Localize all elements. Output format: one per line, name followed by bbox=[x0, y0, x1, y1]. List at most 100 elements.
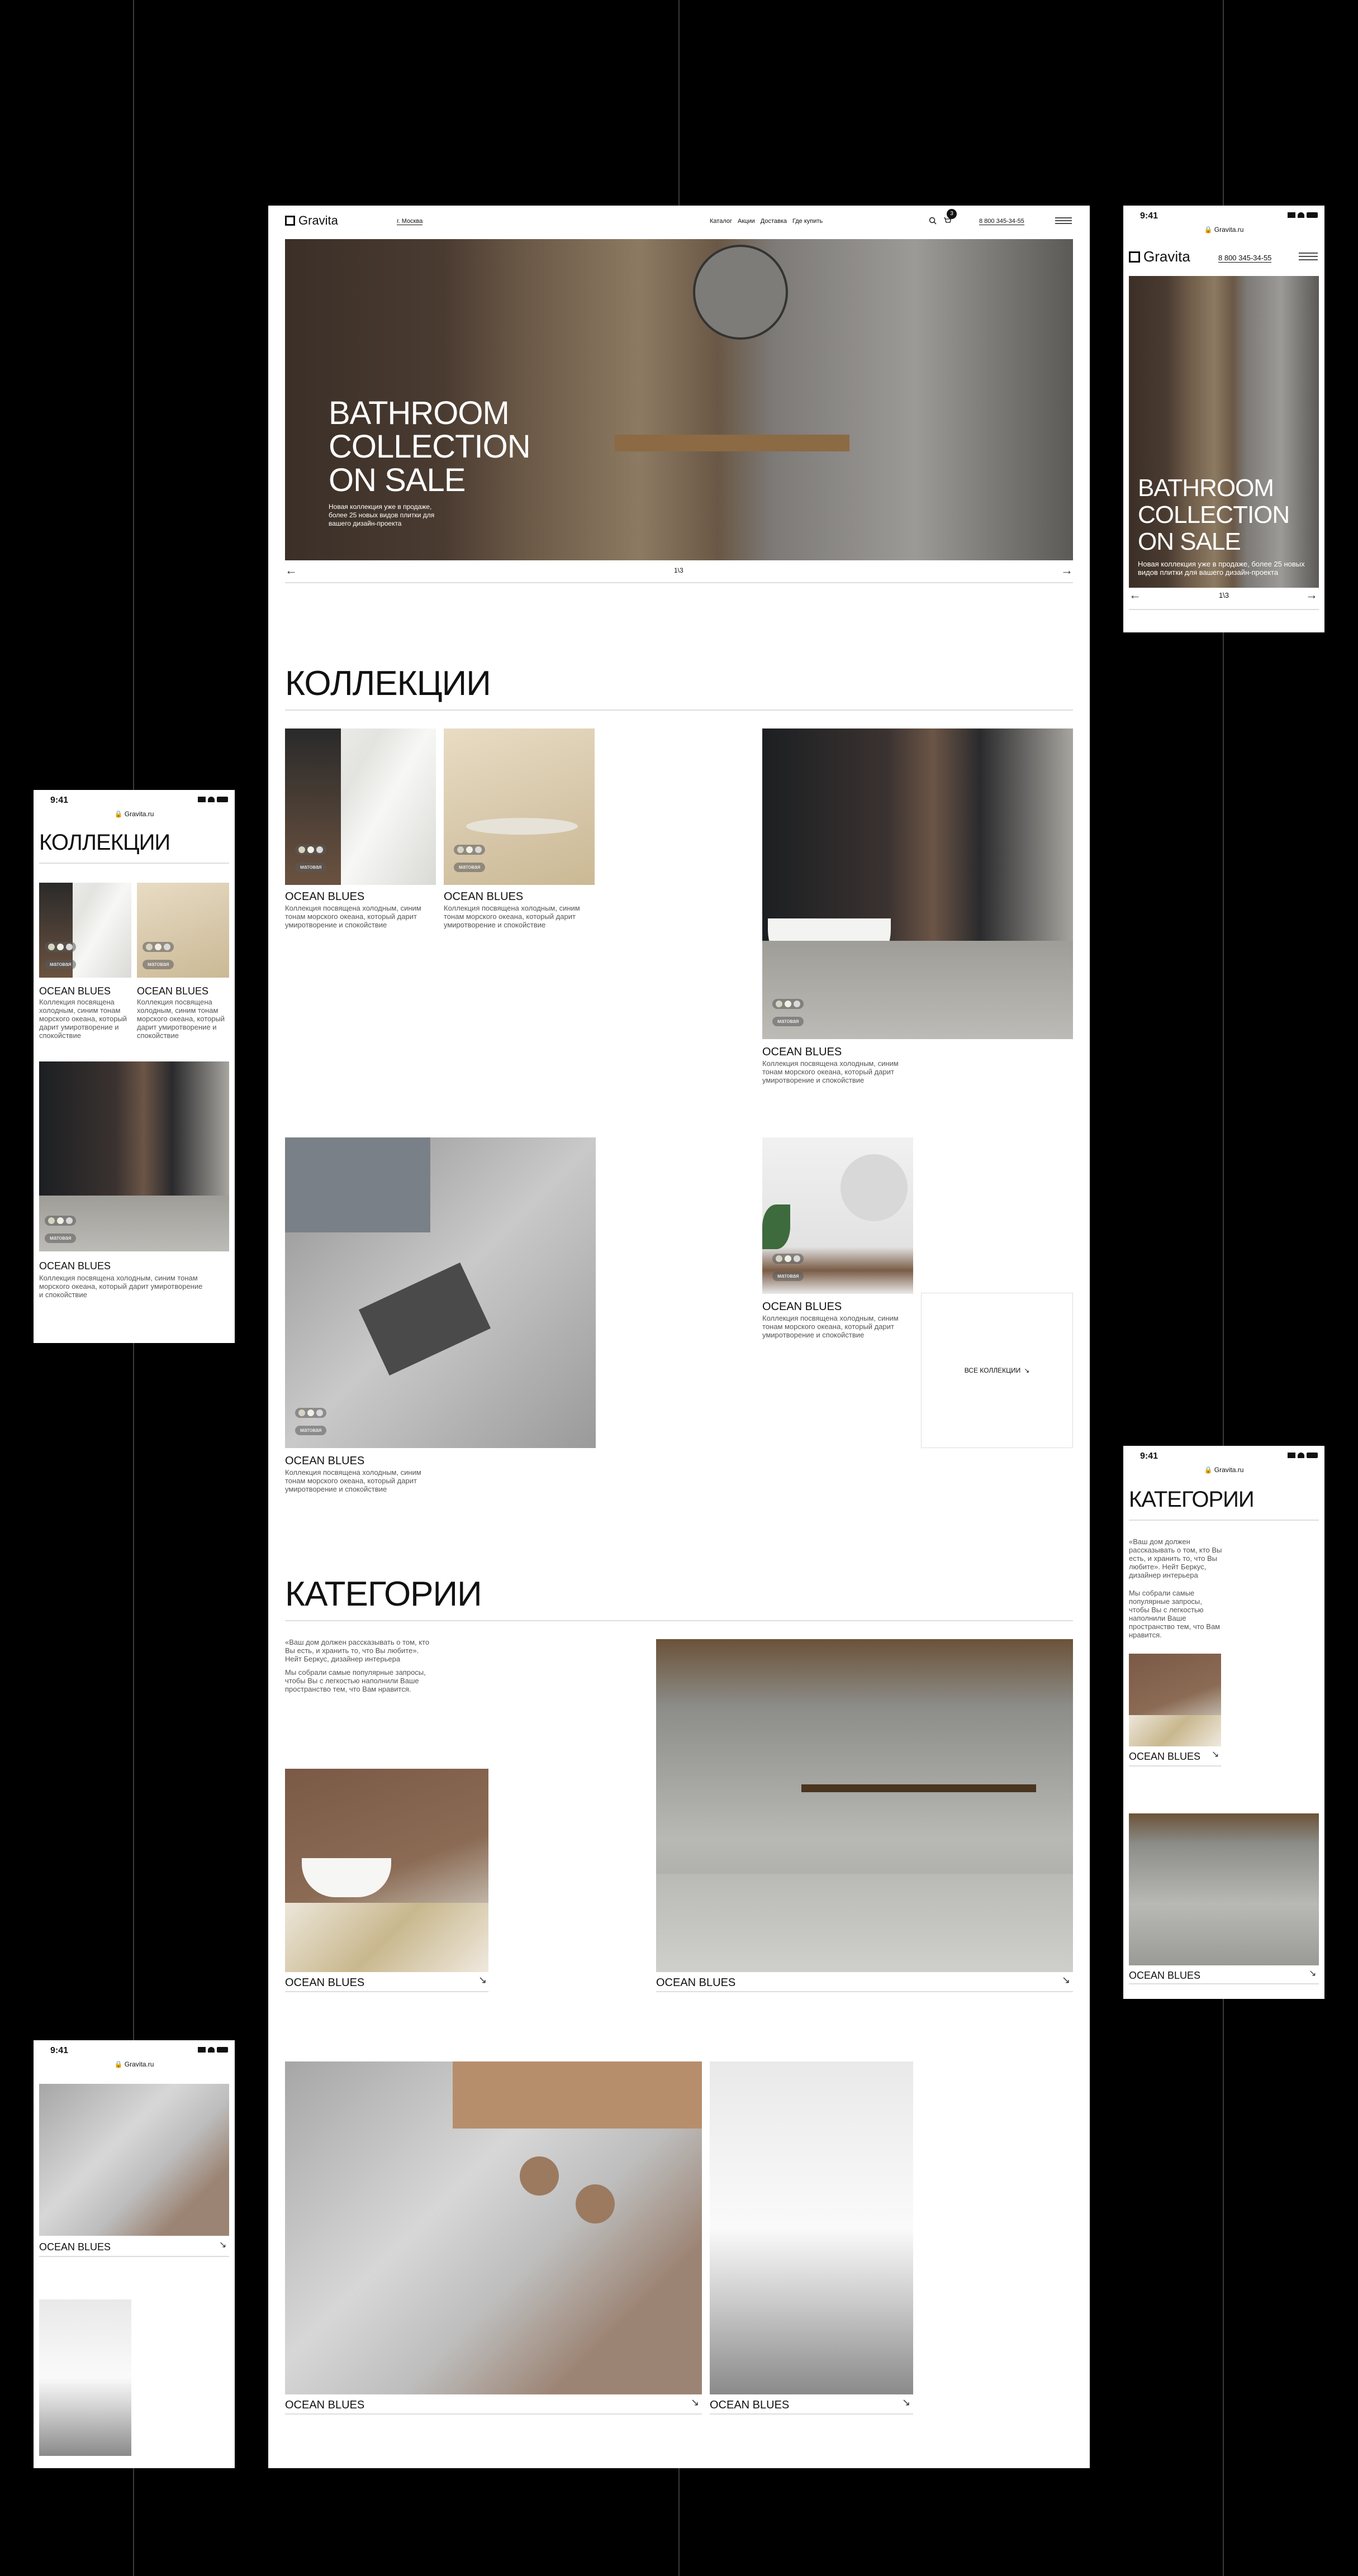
category-image[interactable] bbox=[39, 2299, 131, 2456]
collection-desc: Коллекция посвящена холодным, синим тона… bbox=[39, 998, 127, 1040]
collection-image[interactable]: матовая bbox=[137, 883, 229, 978]
collection-desc: Коллекция посвящена холодным, синим тона… bbox=[762, 1314, 899, 1339]
logo-mark-icon bbox=[285, 216, 295, 226]
collection-title[interactable]: OCEAN BLUES bbox=[762, 1301, 842, 1313]
divider bbox=[285, 2413, 702, 2415]
color-swatches[interactable] bbox=[45, 1216, 76, 1226]
collection-title[interactable]: OCEAN BLUES bbox=[285, 1455, 364, 1468]
url-bar[interactable]: 🔒 Gravita.ru bbox=[34, 810, 235, 818]
categories-heading: КАТЕГОРИИ bbox=[1129, 1487, 1255, 1512]
category-image[interactable] bbox=[1129, 1813, 1319, 1965]
arrow-down-right-icon[interactable]: ↘ bbox=[1309, 1968, 1316, 1979]
collection-title[interactable]: OCEAN BLUES bbox=[137, 985, 208, 997]
category-image[interactable] bbox=[656, 1639, 1073, 1972]
search-icon[interactable] bbox=[929, 217, 937, 227]
cart-icon[interactable]: 3 bbox=[943, 209, 957, 227]
mobile-categories-more-screen: 9:41 🔒 Gravita.ru OCEAN BLUES ↘ bbox=[34, 2040, 235, 2468]
color-swatches[interactable] bbox=[295, 845, 326, 855]
category-image[interactable] bbox=[710, 2061, 913, 2394]
collection-image[interactable]: матовая bbox=[285, 728, 436, 885]
nav-where-to-buy[interactable]: Где купить bbox=[792, 218, 823, 225]
color-swatches[interactable] bbox=[772, 1254, 804, 1264]
category-image[interactable] bbox=[285, 1769, 488, 1972]
wifi-icon bbox=[1298, 212, 1304, 218]
divider bbox=[285, 1620, 1073, 1621]
category-title[interactable]: OCEAN BLUES bbox=[285, 2399, 364, 2412]
arrow-left-icon[interactable]: ← bbox=[285, 563, 297, 578]
collection-image[interactable]: матовая bbox=[39, 1061, 229, 1251]
arrow-right-icon[interactable]: → bbox=[1061, 563, 1073, 578]
battery-icon bbox=[1307, 212, 1318, 218]
arrow-right-icon[interactable]: → bbox=[1305, 588, 1318, 602]
divider bbox=[39, 2256, 229, 2257]
collection-title[interactable]: OCEAN BLUES bbox=[285, 891, 364, 903]
collection-title[interactable]: OCEAN BLUES bbox=[444, 891, 523, 903]
hero-title-3: ON SALE bbox=[329, 462, 466, 498]
category-title[interactable]: OCEAN BLUES bbox=[39, 2241, 111, 2253]
arrow-down-right-icon[interactable]: ↘ bbox=[1212, 1749, 1219, 1760]
collection-image[interactable]: матовая bbox=[285, 1137, 596, 1448]
url-bar[interactable]: 🔒 Gravita.ru bbox=[1123, 226, 1324, 234]
url-bar[interactable]: 🔒 Gravita.ru bbox=[1123, 1466, 1324, 1474]
collection-title[interactable]: OCEAN BLUES bbox=[39, 1260, 111, 1272]
status-time: 9:41 bbox=[1140, 1451, 1158, 1461]
finish-badge: матовая bbox=[295, 863, 327, 872]
phone-link[interactable]: 8 800 345-34-55 bbox=[979, 218, 1024, 225]
category-title[interactable]: OCEAN BLUES bbox=[1129, 1970, 1200, 1982]
hero-title-2: COLLECTION bbox=[329, 428, 531, 465]
menu-icon[interactable] bbox=[1055, 217, 1072, 227]
url-bar[interactable]: 🔒 Gravita.ru bbox=[34, 2060, 235, 2068]
category-title[interactable]: OCEAN BLUES bbox=[656, 1977, 735, 1989]
color-swatches[interactable] bbox=[143, 942, 174, 952]
lock-icon: 🔒 bbox=[114, 2060, 123, 2068]
mobile-categories-screen: 9:41 🔒 Gravita.ru КАТЕГОРИИ «Ваш дом дол… bbox=[1123, 1446, 1324, 1999]
collection-title[interactable]: OCEAN BLUES bbox=[762, 1046, 842, 1059]
category-image[interactable] bbox=[285, 2061, 702, 2394]
category-title[interactable]: OCEAN BLUES bbox=[710, 2399, 789, 2412]
categories-intro: Мы собрали самые популярные запросы, что… bbox=[285, 1668, 426, 1693]
categories-quote: «Ваш дом должен рассказывать о том, кто … bbox=[285, 1638, 430, 1663]
divider bbox=[39, 863, 229, 864]
mobile-collections-screen: 9:41 🔒 Gravita.ru КОЛЛЕКЦИИ матовая OCEA… bbox=[34, 790, 235, 1343]
arrow-down-right-icon[interactable]: ↘ bbox=[902, 2397, 910, 2408]
divider bbox=[1129, 1983, 1319, 1984]
color-swatches[interactable] bbox=[772, 999, 804, 1009]
all-collections-button[interactable]: ВСЕ КОЛЛЕКЦИИ ↘ bbox=[921, 1293, 1073, 1448]
arrow-down-right-icon[interactable]: ↘ bbox=[219, 2239, 226, 2250]
hero-title-1: BATHROOM bbox=[1138, 474, 1274, 502]
arrow-down-right-icon[interactable]: ↘ bbox=[691, 2397, 699, 2408]
finish-badge: матовая bbox=[45, 960, 77, 969]
hero-vanity-image bbox=[615, 435, 849, 451]
category-image[interactable] bbox=[1129, 1654, 1221, 1746]
menu-icon[interactable] bbox=[1299, 253, 1318, 263]
lock-icon: 🔒 bbox=[1204, 1466, 1213, 1474]
logo[interactable]: Gravita bbox=[285, 213, 338, 228]
lock-icon: 🔒 bbox=[114, 810, 123, 818]
collection-image[interactable]: матовая bbox=[444, 728, 595, 885]
nav-catalog[interactable]: Каталог bbox=[710, 218, 732, 225]
color-swatches[interactable] bbox=[45, 942, 76, 952]
collection-image[interactable]: матовая bbox=[762, 728, 1073, 1039]
collections-heading: КОЛЛЕКЦИИ bbox=[285, 664, 491, 703]
collection-title[interactable]: OCEAN BLUES bbox=[39, 985, 111, 997]
category-image[interactable] bbox=[39, 2084, 229, 2236]
logo[interactable]: Gravita bbox=[1129, 248, 1190, 265]
category-title[interactable]: OCEAN BLUES bbox=[285, 1977, 364, 1989]
collection-image[interactable]: матовая bbox=[39, 883, 131, 978]
battery-icon bbox=[217, 2047, 228, 2053]
nav-delivery[interactable]: Доставка bbox=[761, 218, 787, 225]
city-select[interactable]: г. Москва bbox=[397, 218, 423, 225]
hero-banner[interactable]: BATHROOM COLLECTION ON SALE Новая коллек… bbox=[1129, 276, 1319, 588]
color-swatches[interactable] bbox=[454, 845, 485, 855]
category-title[interactable]: OCEAN BLUES bbox=[1129, 1751, 1200, 1763]
mobile-hero-screen: 9:41 🔒 Gravita.ru Gravita 8 800 345-34-5… bbox=[1123, 206, 1324, 632]
status-time: 9:41 bbox=[50, 796, 69, 805]
collection-image[interactable]: матовая bbox=[762, 1137, 913, 1294]
hero-banner[interactable]: BATHROOM COLLECTION ON SALE Новая коллек… bbox=[285, 239, 1073, 560]
color-swatches[interactable] bbox=[295, 1408, 326, 1418]
arrow-down-right-icon[interactable]: ↘ bbox=[478, 1974, 487, 1986]
arrow-down-right-icon[interactable]: ↘ bbox=[1062, 1974, 1070, 1986]
phone-link[interactable]: 8 800 345-34-55 bbox=[1218, 254, 1272, 263]
wifi-icon bbox=[208, 797, 215, 802]
nav-sales[interactable]: Акции bbox=[738, 218, 755, 225]
